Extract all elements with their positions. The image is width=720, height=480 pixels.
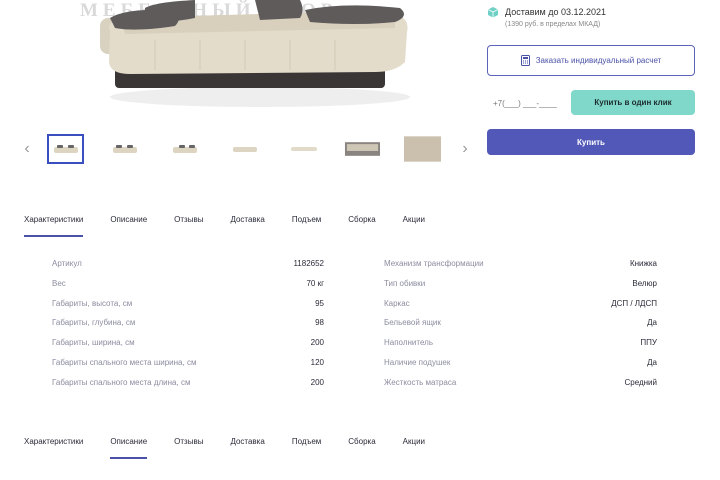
- spec-label: Тип обивки: [384, 278, 426, 288]
- spec-label: Каркас: [384, 298, 410, 308]
- spec-label: Габариты спального места ширина, см: [52, 357, 197, 367]
- spec-row: Габариты, высота, см 95: [52, 298, 324, 318]
- tab-assembly[interactable]: Сборка: [348, 437, 375, 459]
- spec-row: Артикул 1182652: [52, 258, 324, 278]
- spec-label: Наполнитель: [384, 338, 433, 348]
- tab-assembly[interactable]: Сборка: [348, 215, 375, 237]
- spec-value: 95: [315, 298, 324, 308]
- spec-row: Габариты, ширина, см 200: [52, 337, 324, 357]
- buy-button[interactable]: Купить: [487, 129, 695, 155]
- spec-label: Габариты, глубина, см: [52, 318, 136, 328]
- chevron-left-icon[interactable]: ‹: [20, 140, 34, 158]
- spec-label: Габариты, ширина, см: [52, 338, 135, 348]
- spec-row: Габариты спального места ширина, см 120: [52, 357, 324, 377]
- spec-row: Наличие подушек Да: [384, 357, 657, 377]
- spec-value: Да: [647, 357, 657, 367]
- spec-label: Артикул: [52, 259, 82, 268]
- sofa-image: [100, 0, 410, 107]
- tab-promotions[interactable]: Акции: [403, 437, 425, 459]
- spec-value: Велюр: [632, 278, 657, 288]
- spec-row: Наполнитель ППУ: [384, 337, 657, 357]
- specs-table-left: Артикул 1182652 Вес 70 кг Габариты, высота…: [52, 258, 324, 397]
- thumbnail-4[interactable]: [226, 134, 263, 164]
- spec-row: Габариты спального места длина, см 200: [52, 377, 324, 397]
- spec-value: ППУ: [640, 338, 657, 348]
- spec-value: Средний: [624, 377, 657, 387]
- spec-value: ДСП / ЛДСП: [611, 298, 657, 308]
- tab-characteristics[interactable]: Характеристики: [24, 437, 83, 459]
- thumbnail-2[interactable]: [106, 134, 143, 164]
- tab-promotions[interactable]: Акции: [403, 215, 425, 237]
- spec-label: Жесткость матраса: [384, 377, 457, 387]
- chevron-right-icon[interactable]: ›: [458, 140, 472, 158]
- spec-row: Механизм трансформации Книжка: [384, 258, 657, 278]
- sofa-thumb-icon: [53, 145, 78, 153]
- spec-value: 200: [310, 338, 324, 348]
- product-image: МЕБЕЛЬНЫЙ ДВОР: [0, 0, 470, 125]
- sofa-bed-thumb-icon: [290, 147, 317, 151]
- tab-lifting[interactable]: Подъем: [292, 437, 321, 459]
- delivery-note: (1390 руб. в пределах МКАД): [505, 21, 601, 28]
- thumbnail-7[interactable]: [404, 134, 441, 164]
- product-tabs: Характеристики Описание Отзывы Доставка …: [24, 215, 452, 237]
- tab-reviews[interactable]: Отзывы: [174, 215, 203, 237]
- specs-table-right: Механизм трансформации Книжка Тип обивки В…: [384, 258, 657, 397]
- spec-row: Габариты, глубина, см 98: [52, 317, 324, 337]
- calculator-icon: [520, 55, 530, 66]
- phone-input[interactable]: [493, 96, 563, 110]
- thumbnail-carousel: ‹ ›: [20, 134, 475, 166]
- tab-lifting[interactable]: Подъем: [292, 215, 321, 237]
- spec-value: 200: [310, 377, 324, 387]
- tab-reviews[interactable]: Отзывы: [174, 437, 203, 459]
- sofa-thumb-icon: [172, 145, 197, 153]
- thumbnail-5[interactable]: [285, 134, 322, 164]
- thumbnail-6[interactable]: [344, 134, 381, 164]
- thumbnail-1[interactable]: [47, 134, 84, 164]
- individual-calc-label: Заказать индивидуальный расчет: [535, 56, 662, 65]
- tab-description[interactable]: Описание: [110, 437, 147, 459]
- spec-row: Вес 70 кг: [52, 278, 324, 298]
- spec-value: 1182652: [293, 259, 324, 268]
- tab-delivery[interactable]: Доставка: [230, 437, 264, 459]
- sofa-thumb-icon: [112, 145, 137, 153]
- spec-label: Бельевой ящик: [384, 318, 441, 328]
- spec-value: 98: [315, 318, 324, 328]
- product-tabs-secondary: Характеристики Описание Отзывы Доставка …: [24, 437, 452, 459]
- spec-value: 120: [310, 357, 324, 367]
- thumbnail-3[interactable]: [166, 134, 203, 164]
- tab-description[interactable]: Описание: [110, 215, 147, 237]
- sofa-storage-thumb-icon: [344, 142, 381, 156]
- spec-label: Наличие подушек: [384, 357, 451, 367]
- spec-label: Габариты, высота, см: [52, 298, 133, 308]
- individual-calc-button[interactable]: Заказать индивидуальный расчет: [487, 45, 695, 76]
- one-click-buy-button[interactable]: Купить в один клик: [571, 90, 695, 115]
- tab-characteristics[interactable]: Характеристики: [24, 215, 84, 237]
- sofa-bed-thumb-icon: [232, 147, 257, 152]
- delivery-date: Доставим до 03.12.2021: [505, 7, 607, 17]
- spec-label: Механизм трансформации: [384, 259, 484, 268]
- spec-row: Каркас ДСП / ЛДСП: [384, 298, 657, 318]
- spec-label: Габариты спального места длина, см: [52, 377, 191, 387]
- spec-row: Бельевой ящик Да: [384, 317, 657, 337]
- spec-value: Книжка: [629, 259, 657, 268]
- delivery-info: Доставим до 03.12.2021 (1390 руб. в пред…: [487, 6, 707, 28]
- spec-label: Вес: [52, 278, 66, 288]
- spec-value: 70 кг: [306, 278, 324, 288]
- spec-row: Тип обивки Велюр: [384, 278, 657, 298]
- fabric-thumb-icon: [404, 136, 441, 162]
- spec-value: Да: [647, 318, 657, 328]
- spec-row: Жесткость матраса Средний: [384, 377, 657, 397]
- tab-delivery[interactable]: Доставка: [230, 215, 264, 237]
- box-icon: [487, 7, 499, 18]
